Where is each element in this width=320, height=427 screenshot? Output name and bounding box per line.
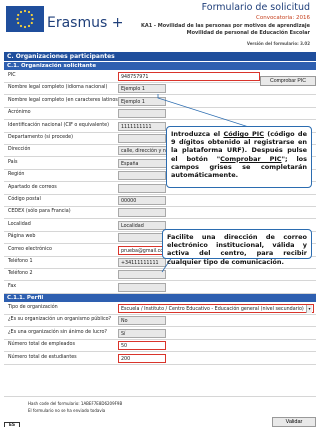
field-label: Página web <box>8 234 36 240</box>
organization-type-select[interactable]: Escuela / Instituto / Centro Educativo -… <box>118 304 314 313</box>
field-label: Fax <box>8 283 17 289</box>
section-c1-title: C.1. Organización solicitante <box>4 62 316 70</box>
profile-label: ¿Es una organización sin ánimo de lucro? <box>8 329 107 335</box>
profile-label: Número total de estudiantes <box>8 354 77 360</box>
field-label: Dirección <box>8 147 31 153</box>
field-label: PIC <box>8 73 16 78</box>
field-input[interactable]: 00000 <box>118 196 166 205</box>
profile-label: Tipo de organización <box>8 305 58 310</box>
section-c-title: C. Organizaciones participantes <box>4 52 316 61</box>
chevron-down-icon[interactable]: ▾ <box>306 305 312 313</box>
action-line-1: KA1 - Movilidad de las personas por moti… <box>140 23 310 29</box>
profile-label: ¿Es su organización un organismo público… <box>8 317 112 323</box>
field-label: Localidad <box>8 221 31 227</box>
field-input[interactable] <box>118 183 166 193</box>
field-input[interactable] <box>118 282 166 292</box>
field-label: Apartado de correos <box>8 184 57 190</box>
field-input[interactable] <box>118 208 166 218</box>
comprobar-pic-button[interactable]: Comprobar PIC <box>260 76 316 86</box>
callout-pic-pointer <box>157 94 252 128</box>
field-input[interactable] <box>118 134 166 143</box>
form-header: Erasmus + Formulario de solicitud Convoc… <box>0 0 320 52</box>
convocatoria: Convocatoria: 2016 <box>256 15 310 21</box>
field-label: País <box>8 159 18 165</box>
field-input[interactable] <box>118 171 166 181</box>
form-title: Formulario de solicitud <box>201 2 310 13</box>
field-input[interactable]: prueba@gmail.com <box>118 245 166 255</box>
profile-row: ¿Es una organización sin ánimo de lucro?… <box>4 328 316 340</box>
language-badge: ES <box>4 422 20 427</box>
field-label: Correo electrónico <box>8 246 52 252</box>
profile-label: Número total de empleados <box>8 342 75 348</box>
field-label: Departamento (si procede) <box>8 135 73 140</box>
field-input[interactable] <box>118 233 166 243</box>
field-label: Nombre legal completo (en caracteres lat… <box>8 97 120 103</box>
profile-input[interactable]: Sí <box>118 328 166 338</box>
profile-input[interactable]: 200 <box>118 353 166 363</box>
field-label: Identificación nacional (CIF o equivalen… <box>8 122 110 128</box>
field-label: Región <box>8 172 25 178</box>
field-label: Teléfono 1 <box>8 259 33 264</box>
profile-row: ¿Es su organización un organismo público… <box>4 315 316 328</box>
field-row: CEDEX (sólo para Francia) <box>4 207 316 220</box>
profile-input[interactable]: No <box>118 316 166 326</box>
field-label: Nombre legal completo (idioma nacional) <box>8 85 108 91</box>
field-row: Fax <box>4 282 316 294</box>
field-input[interactable] <box>118 270 166 280</box>
callout-email-help: Facilite una dirección de correo electró… <box>162 229 312 266</box>
eu-flag-icon <box>6 6 44 32</box>
validar-button[interactable]: Validar <box>272 417 316 427</box>
field-label: CEDEX (sólo para Francia) <box>8 209 71 215</box>
form-footer: Hash code del formulario: 1ABEF7E8D6209F… <box>4 396 316 427</box>
field-input[interactable]: Ejemplo 1 <box>118 84 166 94</box>
profile-row: Tipo de organización Escuela / Instituto … <box>4 303 316 315</box>
field-input[interactable]: 948757971 <box>118 72 260 81</box>
field-input[interactable]: Localidad <box>118 220 166 230</box>
callout-pic-help: Introduzca el Código PIC (código de 9 dí… <box>166 126 312 188</box>
hash-code: Hash code del formulario: 1ABEF7E8D6209F… <box>28 401 123 406</box>
profile-row: Número total de estudiantes 200 <box>4 353 316 365</box>
profile-input[interactable]: 50 <box>118 341 166 351</box>
submission-note: El formulario no se ha enviado todavía <box>28 408 106 413</box>
action-line-2: Movilidad de personal de Educación Escol… <box>186 30 310 36</box>
field-label: Acrónimo <box>8 110 31 116</box>
profile-row: Número total de empleados 50 <box>4 340 316 353</box>
section-c11-title: C.1.1. Perfil <box>4 294 316 302</box>
field-input[interactable]: +34111111111 <box>118 258 166 267</box>
field-row: Código postal 00000 <box>4 195 316 207</box>
form-version: Versión del formulario: 3.02 <box>246 41 310 46</box>
field-label: Teléfono 2 <box>8 271 33 277</box>
field-label: Código postal <box>8 197 41 202</box>
